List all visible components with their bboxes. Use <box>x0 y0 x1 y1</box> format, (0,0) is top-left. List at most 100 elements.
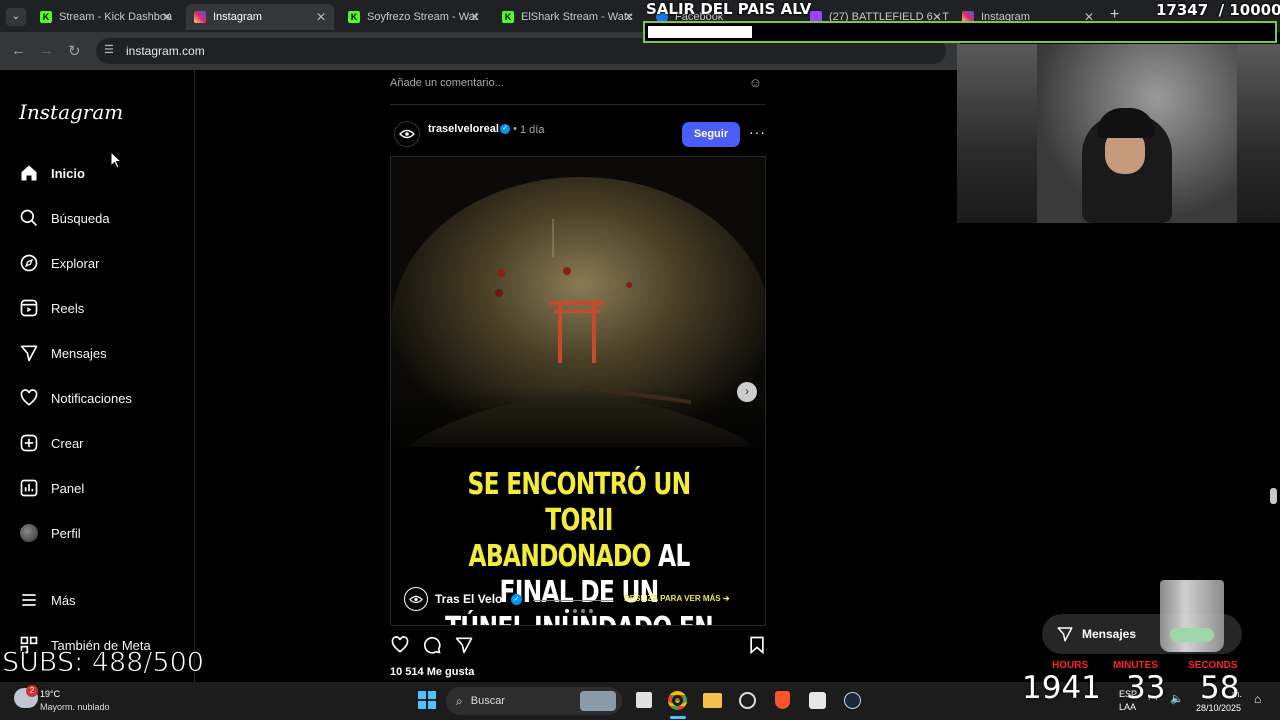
sidebar-item-label: Más <box>51 592 76 608</box>
site-info-icon[interactable]: ☰ <box>104 43 114 56</box>
brand-name: Tras El Velo <box>435 592 503 606</box>
heart-icon <box>18 387 40 409</box>
post-avatar[interactable] <box>394 121 420 147</box>
messages-icon <box>1057 627 1073 642</box>
task-view-icon[interactable] <box>636 692 652 708</box>
eye-logo-icon <box>399 129 415 139</box>
forward-icon[interactable]: → <box>39 42 54 59</box>
taskbar-search-label: Buscar <box>470 695 505 707</box>
volume-icon[interactable]: 🔈 <box>1170 692 1184 705</box>
tab-label: Soyfrezo Stream - Wat <box>367 11 478 23</box>
sidebar-item-inicio[interactable]: Inicio <box>18 162 85 184</box>
sidebar-item-label: Reels <box>51 300 85 316</box>
plus-square-icon <box>18 432 40 454</box>
more-options-icon[interactable]: ··· <box>749 124 766 140</box>
url-text: instagram.com <box>126 44 205 58</box>
goal-counter: 17347 / 100000 <box>1156 1 1280 19</box>
chrome-icon[interactable] <box>668 691 687 710</box>
taskbar-search[interactable]: ⌕ Buscar <box>446 687 622 715</box>
comment-input[interactable]: Añade un comentario... ☺ <box>390 73 766 105</box>
scrollbar-thumb[interactable] <box>1270 488 1277 504</box>
close-icon[interactable]: ✕ <box>624 10 634 24</box>
kick-icon: K <box>502 11 514 23</box>
sidebar-item-label: Notificaciones <box>51 390 132 406</box>
kick-icon: K <box>348 11 360 23</box>
chart-icon <box>18 477 40 499</box>
tab-soyfrezo[interactable]: K Soyfrezo Stream - Wat ✕ <box>340 4 488 30</box>
sidebar-item-busqueda[interactable]: Búsqueda <box>18 207 110 229</box>
reels-icon <box>18 297 40 319</box>
avatar-icon <box>18 522 40 544</box>
notification-bell-icon[interactable]: ⌂ <box>1254 692 1261 706</box>
sidebar-item-mas[interactable]: Más <box>18 589 76 611</box>
tab-list-dropdown[interactable]: ⌄ <box>6 8 26 26</box>
sidebar-item-panel[interactable]: Panel <box>18 477 84 499</box>
reload-icon[interactable]: ↻ <box>68 42 81 60</box>
messages-icon <box>18 342 40 364</box>
sidebar-item-explorar[interactable]: Explorar <box>18 252 99 274</box>
tab-elshark[interactable]: K ElShark Stream - Watc ✕ <box>494 4 642 30</box>
tab-instagram-active[interactable]: Instagram ✕ <box>186 4 334 30</box>
tab-label: ElShark Stream - Watc <box>521 11 633 23</box>
verified-badge-icon: ✓ <box>500 124 510 134</box>
close-icon[interactable]: ✕ <box>162 10 172 24</box>
brave-icon[interactable] <box>775 691 790 709</box>
webcam-feed <box>957 44 1280 223</box>
app-icon[interactable] <box>809 692 826 709</box>
comment-icon[interactable] <box>421 635 443 655</box>
mouse-cursor-icon <box>110 151 122 169</box>
windows-start-icon[interactable] <box>418 691 436 709</box>
search-icon: ⌕ <box>456 693 463 708</box>
file-explorer-icon[interactable] <box>703 693 722 708</box>
next-slide-button[interactable]: › <box>737 382 757 402</box>
verified-badge-icon: ✓ <box>511 594 522 605</box>
instagram-icon <box>194 11 206 23</box>
tab-label: Stream - Kick Dashboa <box>59 11 173 23</box>
subs-counter: SUBS: 488/500 <box>2 647 205 679</box>
compass-icon <box>18 252 40 274</box>
messages-label: Mensajes <box>1082 627 1137 641</box>
brand-divider <box>533 600 613 601</box>
sidebar-item-reels[interactable]: Reels <box>18 297 84 319</box>
post-username[interactable]: traselveloreal <box>428 123 499 135</box>
timer-hours: 1941 <box>1022 670 1101 706</box>
tab-label: Instagram <box>213 11 262 23</box>
close-icon[interactable]: ✕ <box>470 10 480 24</box>
separator-dot: • <box>513 123 517 135</box>
sidebar-item-label: Explorar <box>51 255 100 271</box>
close-icon[interactable]: ✕ <box>316 10 326 24</box>
sidebar-item-label: Mensajes <box>51 345 107 361</box>
steam-icon[interactable] <box>844 692 861 709</box>
instagram-logo[interactable]: Instagram <box>19 100 123 124</box>
tab-kick-dashboard[interactable]: K Stream - Kick Dashboa ✕ <box>32 4 180 30</box>
like-icon[interactable] <box>389 635 411 655</box>
post-image[interactable]: › SE ENCONTRÓ UN TORII ABANDONADO AL FIN… <box>390 156 766 626</box>
sidebar-item-mensajes[interactable]: Mensajes <box>18 342 107 364</box>
glass-cup-image <box>1160 580 1224 652</box>
carousel-dots <box>565 609 593 613</box>
menu-icon <box>18 589 40 611</box>
search-icon <box>18 207 40 229</box>
sidebar-item-label: Inicio <box>51 165 85 181</box>
share-icon[interactable] <box>453 635 475 655</box>
follow-button[interactable]: Seguir <box>682 122 740 147</box>
bookmark-icon[interactable] <box>747 635 767 655</box>
comment-placeholder: Añade un comentario... <box>390 77 504 89</box>
home-icon <box>18 162 40 184</box>
post-time: 1 día <box>520 124 545 136</box>
sidebar-item-label: Perfil <box>51 525 81 541</box>
stream-banner: SALIR DEL PAIS ALV <box>646 0 812 18</box>
sidebar-item-crear[interactable]: Crear <box>18 432 84 454</box>
active-app-indicator <box>670 716 686 719</box>
sidebar-item-perfil[interactable]: Perfil <box>18 522 81 544</box>
sidebar-item-notificaciones[interactable]: Notificaciones <box>18 387 132 409</box>
emoji-icon[interactable]: ☺ <box>749 75 762 90</box>
back-icon[interactable]: ← <box>11 42 26 59</box>
timer-minutes: 33 <box>1126 670 1166 706</box>
headline-line-1: SE ENCONTRÓ UN TORII <box>467 467 692 538</box>
sidebar-item-label: Búsqueda <box>51 210 110 226</box>
settings-app-icon[interactable] <box>739 692 756 709</box>
goal-progress-fill <box>648 26 752 38</box>
weather-desc: Mayorm. nublado <box>40 702 110 712</box>
headline-line-2a: ABANDONADO <box>468 539 651 574</box>
